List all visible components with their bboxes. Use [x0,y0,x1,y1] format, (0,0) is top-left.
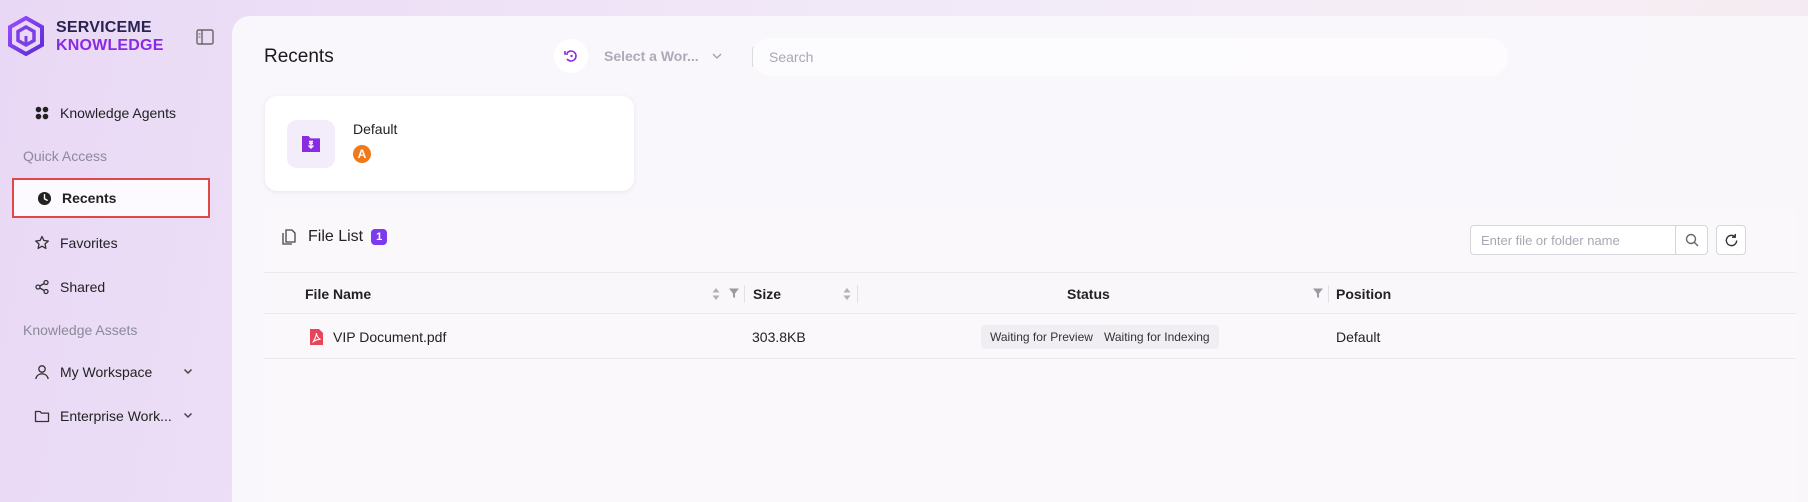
sidebar-collapse-icon[interactable] [196,29,214,45]
knowledge-base-icon [287,120,335,168]
column-header-status[interactable]: Status [1067,286,1110,302]
switch-icon [564,50,577,62]
column-header-file-name[interactable]: File Name [305,286,371,302]
sort-icon[interactable] [842,286,852,302]
share-icon [34,279,50,295]
search-input[interactable] [769,49,1469,65]
chevron-down-icon [712,53,722,59]
sidebar: SERVICEME KNOWLEDGE Knowledge Agents Qui… [0,0,230,502]
file-count-badge: 1 [371,229,388,245]
filter-icon[interactable] [728,287,740,299]
workspace-select-placeholder: Select a Wor... [604,48,699,64]
logo[interactable]: SERVICEME KNOWLEDGE [6,16,196,60]
sidebar-item-label: Enterprise Work... [60,408,172,424]
sidebar-item-knowledge-agents[interactable]: Knowledge Agents [12,93,210,133]
star-icon [34,235,50,251]
workspace-select[interactable]: Select a Wor... [604,48,734,64]
status-badge: Waiting for Preview [981,325,1102,349]
status-badge: Waiting for Indexing [1095,325,1219,349]
chevron-down-icon[interactable] [182,409,194,421]
avatar: A [353,145,371,163]
grid-icon [34,105,50,121]
logo-text-line2: KNOWLEDGE [56,37,164,54]
sidebar-item-enterprise-workspace[interactable]: Enterprise Work... [12,396,210,436]
pdf-file-icon [310,329,323,345]
filter-icon[interactable] [1312,287,1324,299]
sidebar-item-recents[interactable]: Recents [12,178,210,218]
column-header-size[interactable]: Size [753,286,781,302]
folder-icon [34,408,50,424]
search-icon [1685,233,1698,247]
sidebar-item-label: Recents [62,190,117,206]
file-list-title: File List [308,228,364,245]
table-header: File Name Size Status Position [264,272,1796,314]
logo-icon [8,16,44,56]
sidebar-item-my-workspace[interactable]: My Workspace [12,352,210,392]
user-icon [34,364,50,380]
file-list-panel: File List 1 File Name Size Status Positi… [264,208,1796,502]
refresh-icon [1725,233,1737,246]
clock-icon [36,190,52,206]
file-search-button[interactable] [1675,226,1707,254]
file-list-icon [282,229,296,245]
sidebar-item-label: Knowledge Agents [60,105,176,121]
sidebar-item-shared[interactable]: Shared [12,267,210,307]
knowledge-base-name: Default [353,121,398,137]
sidebar-item-label: Shared [60,279,106,295]
knowledge-base-card[interactable]: Default A [265,96,634,191]
file-search-input[interactable] [1471,226,1675,254]
sidebar-item-favorites[interactable]: Favorites [12,223,210,263]
sidebar-item-label: Favorites [60,235,118,251]
file-name[interactable]: VIP Document.pdf [333,329,446,345]
global-search [752,38,1508,76]
section-label-knowledge-assets: Knowledge Assets [23,322,138,338]
workspace-switch-button[interactable] [554,39,588,73]
file-size: 303.8KB [752,329,806,345]
main-panel: Recents Select a Wor... Default A File L… [232,16,1808,502]
file-search [1470,225,1708,255]
column-header-position[interactable]: Position [1336,286,1391,302]
logo-text-line1: SERVICEME [56,19,152,36]
sort-icon[interactable] [711,286,721,302]
chevron-down-icon[interactable] [182,365,194,377]
file-position: Default [1336,329,1381,345]
table-row[interactable]: VIP Document.pdf 303.8KB Waiting for Pre… [264,314,1796,359]
page-title: Recents [264,46,334,67]
refresh-button[interactable] [1716,225,1746,255]
file-list-header: File List 1 [280,228,388,246]
section-label-quick-access: Quick Access [23,148,108,164]
sidebar-item-label: My Workspace [60,364,153,380]
